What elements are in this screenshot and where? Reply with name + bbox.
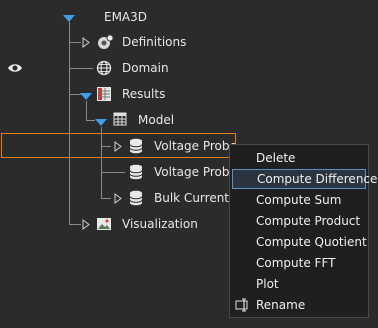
tree-root-label[interactable]: EMA3D <box>104 10 147 24</box>
menu-item-compute-difference[interactable]: Compute Difference <box>232 169 377 189</box>
collapsed-triangle-icon[interactable] <box>82 219 92 230</box>
expanded-triangle-icon[interactable] <box>80 90 92 100</box>
definitions-icon <box>96 34 114 50</box>
database-icon <box>129 164 145 180</box>
tree-item-domain[interactable]: Domain <box>122 61 169 75</box>
tree-connector <box>86 120 95 121</box>
tree-item-definitions[interactable]: Definitions <box>122 35 186 49</box>
tree-item-visualization[interactable]: Visualization <box>122 217 198 231</box>
globe-icon <box>96 60 112 76</box>
expanded-triangle-icon[interactable] <box>95 116 107 126</box>
tree-connector <box>69 68 93 69</box>
collapsed-triangle-icon[interactable] <box>114 193 124 204</box>
menu-item-compute-quotient[interactable]: Compute Quotient <box>232 232 367 252</box>
results-table-icon <box>96 86 112 102</box>
menu-item-rename-label: Rename <box>256 298 306 312</box>
menu-item-compute-sum[interactable]: Compute Sum <box>232 190 366 210</box>
expanded-triangle-icon[interactable] <box>63 12 75 22</box>
database-icon <box>129 138 145 154</box>
tree-connector <box>86 101 87 120</box>
tree-item-bulk-current[interactable]: Bulk Current <box>154 191 229 205</box>
collapsed-triangle-icon[interactable] <box>82 37 92 48</box>
menu-item-compute-product[interactable]: Compute Product <box>232 211 366 231</box>
menu-item-plot[interactable]: Plot <box>232 274 366 294</box>
tree-connector <box>101 172 125 173</box>
menu-item-rename[interactable]: Rename <box>232 295 366 315</box>
collapsed-triangle-icon[interactable] <box>114 141 124 152</box>
tree-item-voltage-probe-1[interactable]: Voltage Probe <box>154 139 237 153</box>
model-grid-icon <box>113 112 129 128</box>
tree-connector <box>69 42 81 43</box>
menu-item-delete[interactable]: Delete <box>232 148 366 168</box>
tree-connector <box>69 22 70 225</box>
tree-item-model[interactable]: Model <box>138 113 174 127</box>
tree-connector <box>101 198 111 199</box>
tree-item-voltage-probe-2[interactable]: Voltage Probe <box>154 165 237 179</box>
tree-item-results[interactable]: Results <box>122 87 165 101</box>
visualization-icon <box>96 216 112 232</box>
tree-connector <box>69 224 81 225</box>
database-icon <box>129 190 145 206</box>
eye-icon[interactable] <box>7 62 23 74</box>
rename-icon <box>235 298 251 312</box>
context-menu: Delete Compute Difference Compute Sum Co… <box>229 144 377 318</box>
menu-item-compute-fft[interactable]: Compute FFT <box>232 253 366 273</box>
